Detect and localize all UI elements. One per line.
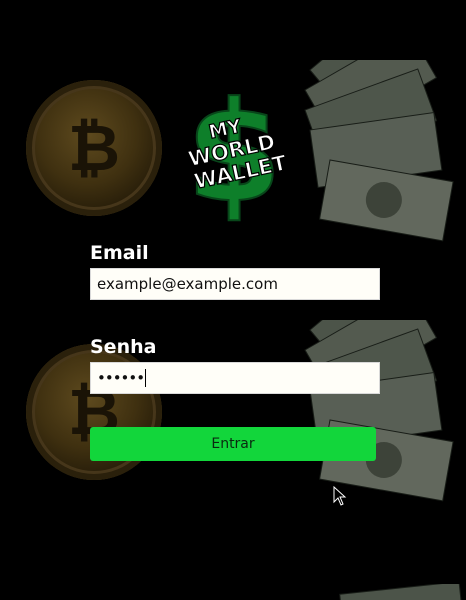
text-caret <box>145 369 147 387</box>
password-value: •••••• <box>97 369 145 387</box>
dollar-bills-icon <box>304 320 454 502</box>
email-label: Email <box>90 242 149 264</box>
dollar-bills-icon <box>339 584 463 600</box>
my-world-wallet-logo: $ MY WORLD WALLET <box>185 82 290 222</box>
password-input[interactable]: •••••• <box>90 362 380 394</box>
mouse-cursor-icon <box>333 486 347 506</box>
password-label: Senha <box>90 336 157 358</box>
bitcoin-coin-icon: ₿ <box>26 80 162 216</box>
login-button[interactable]: Entrar <box>90 427 376 461</box>
dollar-bills-icon <box>304 60 454 242</box>
email-input[interactable] <box>90 268 380 300</box>
